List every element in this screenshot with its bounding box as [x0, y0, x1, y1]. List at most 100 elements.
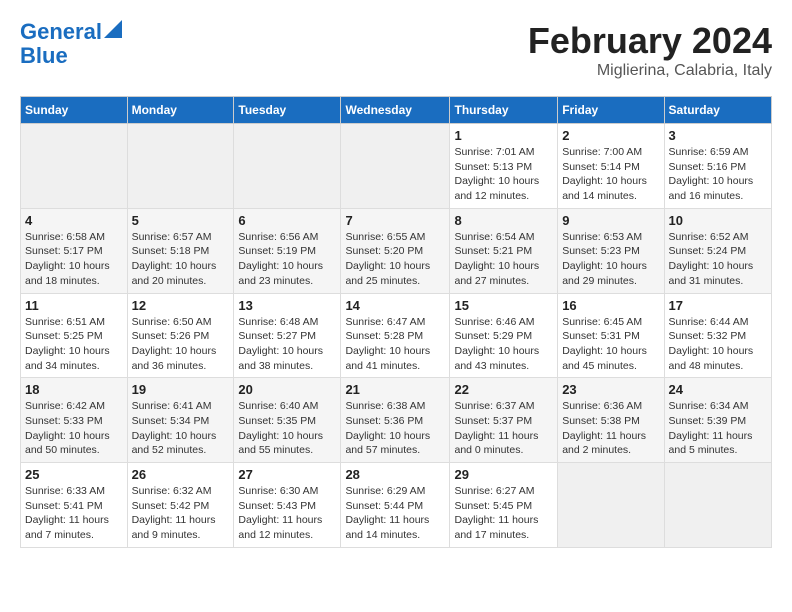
day-info: Sunrise: 6:56 AM Sunset: 5:19 PM Dayligh…: [238, 230, 336, 289]
day-info: Sunrise: 6:29 AM Sunset: 5:44 PM Dayligh…: [345, 484, 445, 543]
weekday-header: Monday: [127, 97, 234, 124]
day-number: 1: [454, 128, 553, 143]
calendar-week-row: 11 Sunrise: 6:51 AM Sunset: 5:25 PM Dayli…: [21, 293, 772, 378]
calendar-cell: 19Sunrise: 6:41 AM Sunset: 5:34 PM Dayli…: [127, 378, 234, 463]
weekday-header: Saturday: [664, 97, 771, 124]
day-info: Sunrise: 6:42 AM Sunset: 5:33 PM Dayligh…: [25, 399, 123, 458]
calendar-week-row: 4 Sunrise: 6:58 AM Sunset: 5:17 PM Daylig…: [21, 208, 772, 293]
day-info: Sunrise: 6:44 AM Sunset: 5:32 PM Dayligh…: [669, 315, 767, 374]
calendar-cell: [664, 463, 771, 548]
day-number: 15: [454, 298, 553, 313]
calendar-cell: 13 Sunrise: 6:48 AM Sunset: 5:27 PM Dayli…: [234, 293, 341, 378]
calendar-cell: 29 Sunrise: 6:27 AM Sunset: 5:45 PM Dayli…: [450, 463, 558, 548]
calendar-cell: 12 Sunrise: 6:50 AM Sunset: 5:26 PM Dayli…: [127, 293, 234, 378]
day-info: Sunrise: 6:55 AM Sunset: 5:20 PM Dayligh…: [345, 230, 445, 289]
day-info: Sunrise: 7:01 AM Sunset: 5:13 PM Dayligh…: [454, 145, 553, 204]
calendar-cell: [558, 463, 664, 548]
calendar-cell: 20Sunrise: 6:40 AM Sunset: 5:35 PM Dayli…: [234, 378, 341, 463]
day-info: Sunrise: 6:57 AM Sunset: 5:18 PM Dayligh…: [132, 230, 230, 289]
calendar-cell: 8 Sunrise: 6:54 AM Sunset: 5:21 PM Daylig…: [450, 208, 558, 293]
day-number: 29: [454, 467, 553, 482]
weekday-header: Sunday: [21, 97, 128, 124]
day-info: Sunrise: 6:59 AM Sunset: 5:16 PM Dayligh…: [669, 145, 767, 204]
weekday-header: Wednesday: [341, 97, 450, 124]
calendar-week-row: 25 Sunrise: 6:33 AM Sunset: 5:41 PM Dayli…: [21, 463, 772, 548]
day-number: 17: [669, 298, 767, 313]
page-header: General Blue February 2024 Miglierina, C…: [20, 20, 772, 80]
day-info: Sunrise: 6:54 AM Sunset: 5:21 PM Dayligh…: [454, 230, 553, 289]
day-number: 11: [25, 298, 123, 313]
day-number: 2: [562, 128, 659, 143]
calendar-cell: [341, 124, 450, 209]
calendar-cell: 21 Sunrise: 6:38 AM Sunset: 5:36 PM Dayli…: [341, 378, 450, 463]
calendar-cell: [21, 124, 128, 209]
calendar-cell: 1 Sunrise: 7:01 AM Sunset: 5:13 PM Daylig…: [450, 124, 558, 209]
title-block: February 2024 Miglierina, Calabria, Ital…: [528, 20, 772, 80]
logo-text-general: General: [20, 20, 102, 44]
day-info: Sunrise: 6:50 AM Sunset: 5:26 PM Dayligh…: [132, 315, 230, 374]
day-info: Sunrise: 6:40 AM Sunset: 5:35 PM Dayligh…: [238, 399, 336, 458]
calendar-header: SundayMondayTuesdayWednesdayThursdayFrid…: [21, 97, 772, 124]
day-number: 22: [454, 382, 553, 397]
day-info: Sunrise: 7:00 AM Sunset: 5:14 PM Dayligh…: [562, 145, 659, 204]
logo-icon: [104, 20, 122, 38]
day-info: Sunrise: 6:53 AM Sunset: 5:23 PM Dayligh…: [562, 230, 659, 289]
main-title: February 2024: [528, 20, 772, 62]
day-number: 28: [345, 467, 445, 482]
day-info: Sunrise: 6:38 AM Sunset: 5:36 PM Dayligh…: [345, 399, 445, 458]
day-number: 24: [669, 382, 767, 397]
calendar-cell: 14 Sunrise: 6:47 AM Sunset: 5:28 PM Dayli…: [341, 293, 450, 378]
day-number: 8: [454, 213, 553, 228]
day-info: Sunrise: 6:33 AM Sunset: 5:41 PM Dayligh…: [25, 484, 123, 543]
calendar-week-row: 18 Sunrise: 6:42 AM Sunset: 5:33 PM Dayli…: [21, 378, 772, 463]
calendar-cell: 6 Sunrise: 6:56 AM Sunset: 5:19 PM Daylig…: [234, 208, 341, 293]
day-info: Sunrise: 6:36 AM Sunset: 5:38 PM Dayligh…: [562, 399, 659, 458]
day-number: 27: [238, 467, 336, 482]
day-info: Sunrise: 6:37 AM Sunset: 5:37 PM Dayligh…: [454, 399, 553, 458]
calendar-cell: 7 Sunrise: 6:55 AM Sunset: 5:20 PM Daylig…: [341, 208, 450, 293]
calendar-cell: 16Sunrise: 6:45 AM Sunset: 5:31 PM Dayli…: [558, 293, 664, 378]
calendar-cell: [234, 124, 341, 209]
day-info: Sunrise: 6:34 AM Sunset: 5:39 PM Dayligh…: [669, 399, 767, 458]
day-number: 7: [345, 213, 445, 228]
weekday-header: Friday: [558, 97, 664, 124]
day-info: Sunrise: 6:27 AM Sunset: 5:45 PM Dayligh…: [454, 484, 553, 543]
calendar-cell: 24 Sunrise: 6:34 AM Sunset: 5:39 PM Dayli…: [664, 378, 771, 463]
day-number: 14: [345, 298, 445, 313]
calendar-cell: [127, 124, 234, 209]
calendar-cell: 18 Sunrise: 6:42 AM Sunset: 5:33 PM Dayli…: [21, 378, 128, 463]
day-number: 4: [25, 213, 123, 228]
calendar-cell: 5Sunrise: 6:57 AM Sunset: 5:18 PM Daylig…: [127, 208, 234, 293]
calendar-table: SundayMondayTuesdayWednesdayThursdayFrid…: [20, 96, 772, 548]
day-info: Sunrise: 6:51 AM Sunset: 5:25 PM Dayligh…: [25, 315, 123, 374]
day-number: 13: [238, 298, 336, 313]
day-info: Sunrise: 6:58 AM Sunset: 5:17 PM Dayligh…: [25, 230, 123, 289]
calendar-cell: 2 Sunrise: 7:00 AM Sunset: 5:14 PM Daylig…: [558, 124, 664, 209]
sub-title: Miglierina, Calabria, Italy: [528, 62, 772, 80]
calendar-week-row: 1 Sunrise: 7:01 AM Sunset: 5:13 PM Daylig…: [21, 124, 772, 209]
calendar-cell: 9Sunrise: 6:53 AM Sunset: 5:23 PM Daylig…: [558, 208, 664, 293]
calendar-cell: 26Sunrise: 6:32 AM Sunset: 5:42 PM Dayli…: [127, 463, 234, 548]
day-number: 6: [238, 213, 336, 228]
day-info: Sunrise: 6:48 AM Sunset: 5:27 PM Dayligh…: [238, 315, 336, 374]
calendar-cell: 11 Sunrise: 6:51 AM Sunset: 5:25 PM Dayli…: [21, 293, 128, 378]
calendar-cell: 22 Sunrise: 6:37 AM Sunset: 5:37 PM Dayli…: [450, 378, 558, 463]
day-info: Sunrise: 6:46 AM Sunset: 5:29 PM Dayligh…: [454, 315, 553, 374]
day-number: 21: [345, 382, 445, 397]
day-number: 16: [562, 298, 659, 313]
calendar-cell: 4 Sunrise: 6:58 AM Sunset: 5:17 PM Daylig…: [21, 208, 128, 293]
calendar-cell: 27Sunrise: 6:30 AM Sunset: 5:43 PM Dayli…: [234, 463, 341, 548]
weekday-header: Tuesday: [234, 97, 341, 124]
day-number: 10: [669, 213, 767, 228]
day-number: 12: [132, 298, 230, 313]
calendar-body: 1 Sunrise: 7:01 AM Sunset: 5:13 PM Daylig…: [21, 124, 772, 548]
logo: General Blue: [20, 20, 122, 68]
logo-text-blue: Blue: [20, 44, 68, 68]
day-number: 18: [25, 382, 123, 397]
day-number: 25: [25, 467, 123, 482]
day-info: Sunrise: 6:47 AM Sunset: 5:28 PM Dayligh…: [345, 315, 445, 374]
calendar-cell: 3Sunrise: 6:59 AM Sunset: 5:16 PM Daylig…: [664, 124, 771, 209]
header-row: SundayMondayTuesdayWednesdayThursdayFrid…: [21, 97, 772, 124]
calendar-cell: 15 Sunrise: 6:46 AM Sunset: 5:29 PM Dayli…: [450, 293, 558, 378]
weekday-header: Thursday: [450, 97, 558, 124]
